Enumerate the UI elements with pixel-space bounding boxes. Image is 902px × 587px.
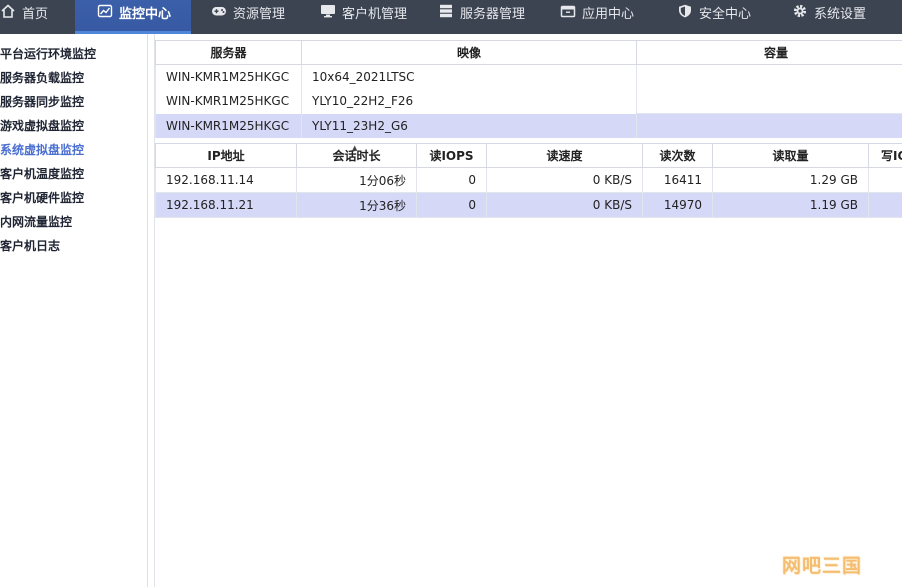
- cell-write-io: [868, 167, 902, 193]
- column-header-capacity[interactable]: 容量: [636, 40, 902, 65]
- cell-capacity: [636, 113, 902, 138]
- top-nav-bar: 首页 监控中心 资源管理 客户机管理 服务器管理 应用中心 安全中心 系统设置: [0, 0, 902, 34]
- main-content: 服务器 映像 容量 WIN-KMR1M25HKGC 10x64_2021LTSC…: [154, 34, 902, 587]
- sidebar-item-server-load[interactable]: 服务器负载监控: [0, 66, 147, 90]
- sidebar-item-game-vdisk[interactable]: 游戏虚拟盘监控: [0, 114, 147, 138]
- home-icon: [0, 4, 16, 18]
- cell-ip: 192.168.11.21: [155, 192, 297, 218]
- column-header-ip[interactable]: IP地址: [155, 143, 297, 168]
- cell-session-duration: 1分36秒: [296, 192, 417, 218]
- column-header-read-count[interactable]: 读次数: [642, 143, 713, 168]
- nav-item-resource-management[interactable]: 资源管理: [211, 0, 306, 34]
- cell-capacity: [636, 64, 902, 89]
- table-row[interactable]: WIN-KMR1M25HKGC 10x64_2021LTSC: [155, 64, 902, 89]
- sidebar-item-system-vdisk[interactable]: 系统虚拟盘监控: [0, 138, 147, 162]
- table-row[interactable]: WIN-KMR1M25HKGC YLY10_22H2_F26: [155, 89, 902, 114]
- nav-item-security-center[interactable]: 安全中心: [677, 0, 772, 34]
- column-header-read-amount[interactable]: 读取量: [712, 143, 869, 168]
- cell-capacity: [636, 89, 902, 114]
- sidebar-item-platform-env[interactable]: 平台运行环境监控: [0, 42, 147, 66]
- cell-image: YLY10_22H2_F26: [301, 89, 637, 114]
- monitor-chart-icon: [97, 4, 113, 18]
- cell-ip: 192.168.11.14: [155, 167, 297, 193]
- nav-item-app-center[interactable]: 应用中心: [560, 0, 655, 34]
- sidebar-item-client-hardware[interactable]: 客户机硬件监控: [0, 186, 147, 210]
- cell-server: WIN-KMR1M25HKGC: [155, 113, 302, 138]
- cell-read-speed: 0 KB/S: [486, 192, 643, 218]
- nav-item-server-management[interactable]: 服务器管理: [438, 0, 543, 34]
- sidebar-item-client-log[interactable]: 客户机日志: [0, 234, 147, 258]
- app-box-icon: [560, 4, 576, 18]
- nav-item-client-management[interactable]: 客户机管理: [320, 0, 425, 34]
- cell-server: WIN-KMR1M25HKGC: [155, 64, 302, 89]
- column-header-write-io[interactable]: 写IO: [868, 143, 902, 168]
- shield-icon: [677, 4, 693, 18]
- cell-read-count: 16411: [642, 167, 713, 193]
- server-image-table: 服务器 映像 容量 WIN-KMR1M25HKGC 10x64_2021LTSC…: [155, 40, 902, 138]
- cell-server: WIN-KMR1M25HKGC: [155, 89, 302, 114]
- gamepad-icon: [211, 4, 227, 18]
- sidebar: 平台运行环境监控 服务器负载监控 服务器同步监控 游戏虚拟盘监控 系统虚拟盘监控…: [0, 34, 148, 587]
- column-header-read-speed[interactable]: 读速度: [486, 143, 643, 168]
- nav-item-monitor-center[interactable]: 监控中心: [75, 0, 191, 34]
- nav-label: 应用中心: [582, 7, 635, 22]
- nav-label: 安全中心: [699, 7, 752, 22]
- sidebar-item-client-temperature[interactable]: 客户机温度监控: [0, 162, 147, 186]
- cell-image: YLY11_23H2_G6: [301, 113, 637, 138]
- display-icon: [320, 4, 336, 18]
- nav-label: 客户机管理: [342, 7, 408, 22]
- watermark-logo: 网吧三国: [782, 555, 863, 577]
- session-table: IP地址 会话时长 读IOPS 读速度 读次数 读取量 写IO 192.168.…: [155, 143, 902, 218]
- cell-read-count: 14970: [642, 192, 713, 218]
- nav-label: 系统设置: [814, 7, 867, 22]
- nav-label: 服务器管理: [460, 7, 526, 22]
- table-row[interactable]: 192.168.11.14 1分06秒 0 0 KB/S 16411 1.29 …: [155, 167, 902, 193]
- cell-read-iops: 0: [416, 167, 487, 193]
- nav-item-home[interactable]: 首页: [0, 0, 70, 34]
- nav-label: 资源管理: [233, 7, 286, 22]
- table-row-selected[interactable]: 192.168.11.21 1分36秒 0 0 KB/S 14970 1.19 …: [155, 192, 902, 218]
- cell-read-speed: 0 KB/S: [486, 167, 643, 193]
- sidebar-item-lan-traffic[interactable]: 内网流量监控: [0, 210, 147, 234]
- column-header-read-iops[interactable]: 读IOPS: [416, 143, 487, 168]
- cell-read-iops: 0: [416, 192, 487, 218]
- gear-icon: [792, 4, 808, 18]
- cell-write-io: [868, 192, 902, 218]
- cell-image: 10x64_2021LTSC: [301, 64, 637, 89]
- nav-label: 监控中心: [119, 7, 172, 22]
- cell-session-duration: 1分06秒: [296, 167, 417, 193]
- table-row-selected[interactable]: WIN-KMR1M25HKGC YLY11_23H2_G6: [155, 113, 902, 138]
- sort-asc-icon[interactable]: ▲: [352, 145, 357, 152]
- cell-read-amount: 1.19 GB: [712, 192, 869, 218]
- server-icon: [438, 4, 454, 18]
- column-header-image[interactable]: 映像: [301, 40, 637, 65]
- nav-label: 首页: [22, 7, 49, 22]
- column-header-server[interactable]: 服务器: [155, 40, 302, 65]
- sidebar-item-server-sync[interactable]: 服务器同步监控: [0, 90, 147, 114]
- nav-item-system-settings[interactable]: 系统设置: [792, 0, 897, 34]
- cell-read-amount: 1.29 GB: [712, 167, 869, 193]
